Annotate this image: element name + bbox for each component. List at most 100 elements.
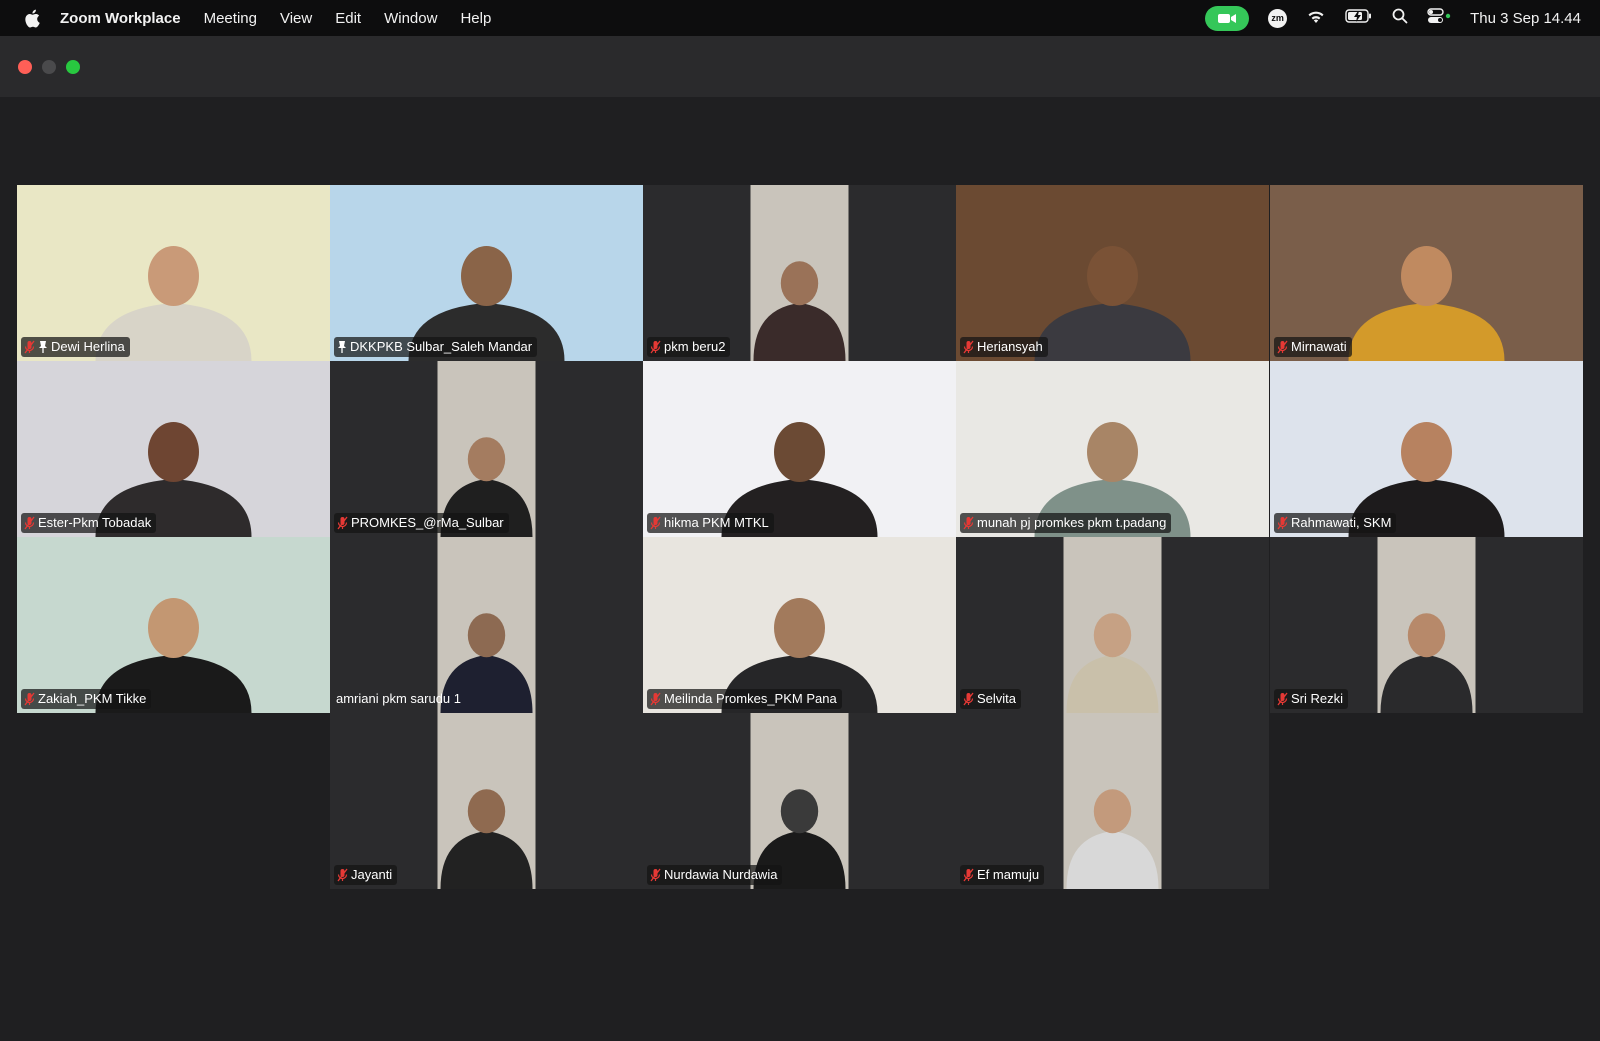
participant-video xyxy=(17,537,330,713)
video-tile-nurdawia-nurdawia[interactable]: Nurdawia Nurdawia xyxy=(643,713,956,889)
participant-name: munah pj promkes pkm t.padang xyxy=(977,515,1167,530)
fullscreen-window-button[interactable] xyxy=(66,60,80,74)
participant-name-tag: hikma PKM MTKL xyxy=(647,513,774,533)
window-titlebar xyxy=(0,36,1600,97)
microphone-muted-icon xyxy=(337,868,348,882)
participant-name: hikma PKM MTKL xyxy=(664,515,769,530)
video-tile-dkkpkb-sulbar-saleh-mandar[interactable]: DKKPKB Sulbar_Saleh Mandar xyxy=(330,185,643,361)
microphone-muted-icon xyxy=(963,868,974,882)
participant-video xyxy=(1063,537,1162,713)
menu-help[interactable]: Help xyxy=(460,10,491,27)
video-tile-sri-rezki[interactable]: Sri Rezki xyxy=(1270,537,1583,713)
participant-name-tag: Heriansyah xyxy=(960,337,1048,357)
apple-icon[interactable] xyxy=(22,7,42,29)
minimize-window-button[interactable] xyxy=(42,60,56,74)
participant-name: DKKPKB Sulbar_Saleh Mandar xyxy=(350,339,533,354)
participant-name: Dewi Herlina xyxy=(51,339,125,354)
participant-name-tag: Nurdawia Nurdawia xyxy=(647,865,783,885)
menu-view[interactable]: View xyxy=(280,10,312,27)
video-tile-mirnawati[interactable]: Mirnawati xyxy=(1270,185,1583,361)
gallery-view: Dewi Herlina DKKPKB Sulbar_Saleh Mandar … xyxy=(0,97,1600,1041)
menu-clock[interactable]: Thu 3 Sep 14.44 xyxy=(1470,10,1581,27)
participant-name-tag: Ef mamuju xyxy=(960,865,1045,885)
participant-name-tag: Jayanti xyxy=(334,865,398,885)
menu-edit[interactable]: Edit xyxy=(335,10,361,27)
participant-video xyxy=(956,361,1269,537)
participant-name-tag: Dewi Herlina xyxy=(21,337,130,357)
participant-video xyxy=(1063,713,1162,889)
video-tile-munah-pj-promkes-pkm-t-padang[interactable]: munah pj promkes pkm t.padang xyxy=(956,361,1269,537)
close-window-button[interactable] xyxy=(18,60,32,74)
participant-name-tag: Ester-Pkm Tobadak xyxy=(21,513,157,533)
participant-name-tag: Selvita xyxy=(960,689,1022,709)
pin-icon xyxy=(38,340,48,354)
app-menu[interactable]: Zoom Workplace xyxy=(60,10,181,27)
participant-video xyxy=(330,185,643,361)
menu-bar: Zoom Workplace Meeting View Edit Window … xyxy=(0,0,1600,36)
participant-name: Selvita xyxy=(977,691,1017,706)
participant-video xyxy=(17,185,330,361)
microphone-muted-icon xyxy=(24,692,35,706)
microphone-muted-icon xyxy=(1277,340,1288,354)
microphone-muted-icon xyxy=(963,516,974,530)
microphone-muted-icon xyxy=(650,340,661,354)
menu-window[interactable]: Window xyxy=(384,10,437,27)
participant-name-tag: amriani pkm sarudu 1 xyxy=(334,689,466,709)
participant-video xyxy=(437,537,536,713)
menu-meeting[interactable]: Meeting xyxy=(204,10,257,27)
participant-video xyxy=(750,713,849,889)
participant-name: Mirnawati xyxy=(1291,339,1347,354)
participant-name: Rahmawati, SKM xyxy=(1291,515,1392,530)
microphone-muted-icon xyxy=(24,516,35,530)
participant-name-tag: PROMKES_@rMa_Sulbar xyxy=(334,513,509,533)
video-camera-icon xyxy=(1218,13,1237,23)
participant-video xyxy=(1270,185,1583,361)
video-tile-promkes-rma-sulbar[interactable]: PROMKES_@rMa_Sulbar xyxy=(330,361,643,537)
microphone-muted-icon xyxy=(650,692,661,706)
participant-name: Zakiah_PKM Tikke xyxy=(38,691,147,706)
battery-charging-icon[interactable] xyxy=(1345,9,1373,27)
video-tile-hikma-pkm-mtkl[interactable]: hikma PKM MTKL xyxy=(643,361,956,537)
participant-name-tag: Mirnawati xyxy=(1274,337,1352,357)
participant-name: PROMKES_@rMa_Sulbar xyxy=(351,515,504,530)
wifi-icon[interactable] xyxy=(1306,9,1326,28)
participant-name: Jayanti xyxy=(351,867,393,882)
video-tile-jayanti[interactable]: Jayanti xyxy=(330,713,643,889)
microphone-muted-icon xyxy=(963,340,974,354)
participant-name-tag: DKKPKB Sulbar_Saleh Mandar xyxy=(334,337,538,357)
video-tile-dewi-herlina[interactable]: Dewi Herlina xyxy=(17,185,330,361)
microphone-muted-icon xyxy=(337,516,348,530)
microphone-muted-icon xyxy=(24,340,35,354)
control-center-icon[interactable] xyxy=(1427,8,1451,28)
video-tile-amriani-pkm-sarudu-1[interactable]: amriani pkm sarudu 1 xyxy=(330,537,643,713)
microphone-muted-icon xyxy=(650,516,661,530)
microphone-muted-icon xyxy=(1277,692,1288,706)
microphone-muted-icon xyxy=(650,868,661,882)
participant-name-tag: pkm beru2 xyxy=(647,337,731,357)
status-area: zm Thu 3 Sep 14.44 xyxy=(1205,5,1581,31)
zoom-video-status[interactable] xyxy=(1205,5,1250,31)
participant-name: pkm beru2 xyxy=(664,339,726,354)
participant-video xyxy=(1270,361,1583,537)
video-tile-pkm-beru2[interactable]: pkm beru2 xyxy=(643,185,956,361)
participant-name: Ester-Pkm Tobadak xyxy=(38,515,152,530)
video-tile-rahmawati-skm[interactable]: Rahmawati, SKM xyxy=(1270,361,1583,537)
video-tile-selvita[interactable]: Selvita xyxy=(956,537,1269,713)
video-tile-ef-mamuju[interactable]: Ef mamuju xyxy=(956,713,1269,889)
video-tile-zakiah-pkm-tikke[interactable]: Zakiah_PKM Tikke xyxy=(17,537,330,713)
search-icon[interactable] xyxy=(1392,8,1408,28)
participant-name: Sri Rezki xyxy=(1291,691,1344,706)
zoom-menu-icon[interactable]: zm xyxy=(1268,8,1288,28)
participant-name-tag: Rahmawati, SKM xyxy=(1274,513,1397,533)
participant-video xyxy=(643,537,956,713)
video-tile-meilinda-promkes-pkm-pana[interactable]: Meilinda Promkes_PKM Pana xyxy=(643,537,956,713)
video-tile-ester-pkm-tobadak[interactable]: Ester-Pkm Tobadak xyxy=(17,361,330,537)
participant-name-tag: munah pj promkes pkm t.padang xyxy=(960,513,1172,533)
participant-name-tag: Zakiah_PKM Tikke xyxy=(21,689,152,709)
participant-video xyxy=(17,361,330,537)
video-tile-heriansyah[interactable]: Heriansyah xyxy=(956,185,1269,361)
participant-name: Meilinda Promkes_PKM Pana xyxy=(664,691,837,706)
participant-video xyxy=(1377,537,1476,713)
participant-video xyxy=(437,361,536,537)
participant-name: Nurdawia Nurdawia xyxy=(664,867,778,882)
